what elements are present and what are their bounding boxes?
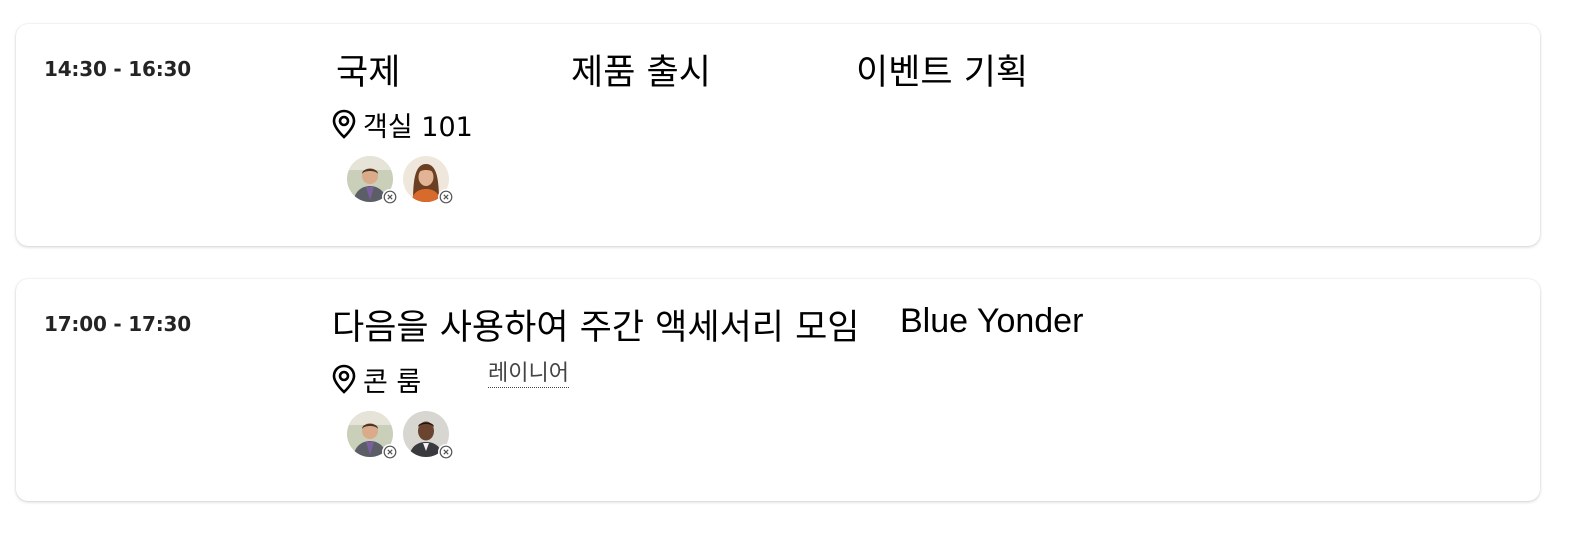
remove-attendee-button[interactable] <box>438 444 454 460</box>
remove-attendee-button[interactable] <box>438 189 454 205</box>
event-time: 14:30 - 16:30 <box>44 57 191 81</box>
avatar[interactable] <box>403 156 454 205</box>
remove-attendee-button[interactable] <box>382 444 398 460</box>
remove-circle-icon <box>439 190 453 204</box>
event-location: 콘 룸 <box>331 361 422 398</box>
event-location: 객실 101 <box>331 106 473 143</box>
attendee-list <box>347 156 459 205</box>
avatar[interactable] <box>403 411 454 460</box>
event-card-2[interactable]: 17:00 - 17:30 다음을 사용하여 주간 액세서리 모임 Blue Y… <box>16 279 1540 501</box>
avatar[interactable] <box>347 411 398 460</box>
event-title-part: 다음을 사용하여 주간 액세서리 모임 <box>332 308 860 348</box>
event-title-part: 국제 <box>336 53 401 93</box>
event-title-part: Blue Yonder <box>900 302 1084 340</box>
attendee-list <box>347 411 459 460</box>
location-label: 콘 룸 <box>363 366 422 398</box>
remove-circle-icon <box>383 190 397 204</box>
event-title-part: 제품 출시 <box>571 53 711 93</box>
event-time: 17:00 - 17:30 <box>44 312 191 336</box>
remove-attendee-button[interactable] <box>382 189 398 205</box>
remove-circle-icon <box>439 445 453 459</box>
location-label: 객실 101 <box>363 111 473 143</box>
event-title-part: 이벤트 기획 <box>856 53 1029 93</box>
remove-circle-icon <box>383 445 397 459</box>
location-pin-icon <box>332 109 356 139</box>
avatar[interactable] <box>347 156 398 205</box>
location-detail-link[interactable]: 레이니어 <box>488 361 569 388</box>
event-card-1[interactable]: 14:30 - 16:30 국제 제품 출시 이벤트 기획 객실 101 <box>16 24 1540 246</box>
location-pin-icon <box>332 364 356 394</box>
